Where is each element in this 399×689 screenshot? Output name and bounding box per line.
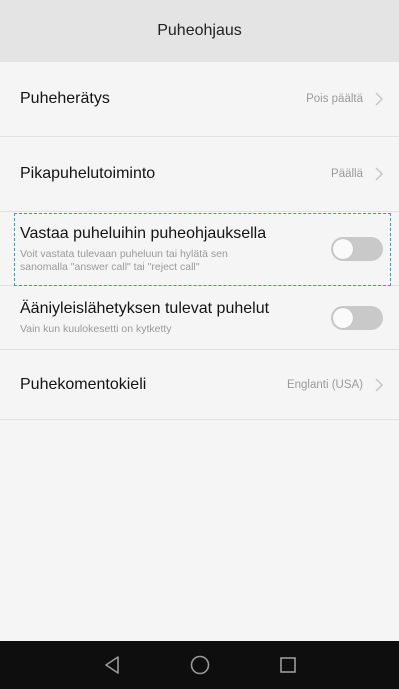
setting-answer-by-voice[interactable]: Vastaa puheluihin puheohjauksella Voit v… xyxy=(0,212,399,286)
setting-text: Puheherätys xyxy=(20,89,306,109)
setting-text: Ääniyleislähetyksen tulevat puhelut Vain… xyxy=(20,299,331,336)
setting-description: Voit vastata tulevaan puheluun tai hylät… xyxy=(20,248,331,274)
setting-value: Englanti (USA) xyxy=(286,378,363,391)
setting-value: Päällä xyxy=(331,168,363,180)
page-title: Puheohjaus xyxy=(157,22,242,39)
setting-quick-call[interactable]: Pikapuhelutoiminto Päällä xyxy=(0,137,399,212)
settings-list: Puheherätys Pois päältä Pikapuhelutoimin… xyxy=(0,62,399,420)
setting-description: Vain kun kuulokesetti on kytketty xyxy=(20,323,172,335)
broadcast-calls-toggle[interactable] xyxy=(331,305,383,330)
toggle-knob xyxy=(333,307,353,328)
setting-title: Pikapuhelutoiminto xyxy=(20,165,156,182)
setting-voice-wakeup[interactable]: Puheherätys Pois päältä xyxy=(0,62,399,137)
setting-title: Puheherätys xyxy=(20,90,110,107)
chevron-right-icon xyxy=(375,166,385,182)
back-icon[interactable] xyxy=(99,652,125,678)
toggle-knob xyxy=(333,238,353,259)
setting-value: Pois päältä xyxy=(306,93,363,105)
setting-text: Puhekomentokieli xyxy=(20,375,287,395)
setting-broadcast-incoming-calls[interactable]: Ääniyleislähetyksen tulevat puhelut Vain… xyxy=(0,286,399,350)
setting-description-line: sanomalla "answer call" tai "reject call… xyxy=(20,260,200,273)
chevron-right-icon xyxy=(375,91,385,107)
setting-voice-command-language[interactable]: Puhekomentokieli Englanti (USA) xyxy=(0,350,399,420)
chevron-right-icon xyxy=(375,377,385,393)
setting-title: Puhekomentokieli xyxy=(20,375,147,393)
recents-icon[interactable] xyxy=(275,652,301,678)
navigation-bar xyxy=(0,641,399,689)
answer-by-voice-toggle[interactable] xyxy=(331,236,383,261)
setting-text: Vastaa puheluihin puheohjauksella Voit v… xyxy=(20,224,331,274)
setting-text: Pikapuhelutoiminto xyxy=(20,164,331,184)
setting-title: Vastaa puheluihin puheohjauksella xyxy=(20,224,267,242)
setting-description-line: Voit vastata tulevaan puheluun tai hylät… xyxy=(20,247,228,260)
setting-title: Ääniyleislähetyksen tulevat puhelut xyxy=(20,300,270,317)
home-icon[interactable] xyxy=(187,652,213,678)
app-header: Puheohjaus xyxy=(0,0,399,62)
